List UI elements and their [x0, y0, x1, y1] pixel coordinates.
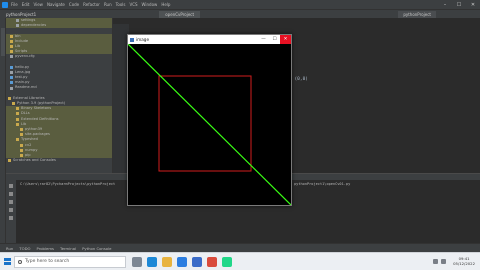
file-icon [10, 70, 13, 74]
menu-run[interactable]: Run [104, 2, 112, 7]
windows-taskbar: Type here to search 09:41 05/12/2022 [0, 252, 480, 270]
ide-minimize-button[interactable]: – [438, 2, 452, 8]
image-canvas [128, 44, 291, 205]
python-file-icon [10, 81, 13, 85]
image-window-title: image [136, 37, 150, 42]
ide-menubar: File Edit View Navigate Code Refactor Ru… [0, 0, 480, 9]
project-tree-label: dependencies [21, 23, 47, 28]
file-explorer-icon[interactable] [162, 256, 172, 267]
tab-run[interactable]: Run [6, 246, 13, 251]
editor-tab[interactable]: openCvProject [159, 10, 201, 18]
bottom-tool-tabs: Run TODO Problems Terminal Python Consol… [0, 243, 480, 252]
task-view-icon[interactable] [132, 256, 142, 267]
search-icon [18, 259, 22, 264]
menu-help[interactable]: Help [161, 2, 170, 7]
start-button[interactable] [0, 253, 14, 270]
folder-icon [10, 50, 13, 54]
folder-icon [16, 122, 19, 126]
tab-python-console[interactable]: Python Console [82, 246, 111, 251]
image-maximize-button[interactable]: ☐ [269, 35, 280, 44]
folder-icon [10, 34, 13, 38]
taskbar-apps [132, 256, 237, 267]
window-app-icon [130, 37, 134, 42]
folder-icon [16, 117, 19, 121]
ide-maximize-button[interactable]: ☐ [452, 2, 466, 8]
file-icon [16, 19, 19, 23]
run-output-script: pythonProject1\openCv01.py [294, 182, 351, 186]
image-window-titlebar[interactable]: image — ☐ ✕ [128, 35, 291, 44]
project-tree-panel: settings dependencies bin Include Lib Scripts… [6, 18, 112, 173]
python-file-icon [10, 76, 13, 80]
folder-icon [10, 45, 13, 49]
folder-icon [16, 112, 19, 116]
system-tray: 09:41 05/12/2022 [433, 256, 480, 266]
folder-icon [20, 153, 23, 157]
folder-icon [16, 138, 19, 142]
windows-logo-icon [3, 258, 11, 265]
run-output-command: C:\Users\rar82\PycharmProjects\pythonPro… [20, 182, 116, 186]
print-icon[interactable] [9, 208, 13, 212]
folder-icon [8, 159, 11, 163]
folder-icon [20, 133, 23, 137]
ide-close-button[interactable]: ✕ [466, 2, 480, 8]
menu-refactor[interactable]: Refactor [83, 2, 100, 7]
folder-icon [20, 148, 23, 152]
menu-tools[interactable]: Tools [116, 2, 126, 7]
project-tool-button[interactable] [1, 28, 5, 56]
pycharm-icon[interactable] [222, 256, 232, 267]
menu-file[interactable]: File [11, 2, 18, 7]
project-tree-item[interactable]: Scratches and Consoles [6, 158, 112, 163]
edge-icon[interactable] [147, 256, 157, 267]
rerun-icon[interactable] [9, 184, 13, 188]
code-fragment: (0,0) [294, 77, 308, 82]
folder-icon [8, 96, 11, 100]
trash-icon[interactable] [9, 216, 13, 220]
project-tree-label: Extended Definitions [21, 116, 59, 121]
folder-icon [10, 39, 13, 43]
run-panel-actions [6, 180, 16, 244]
python-file-icon [10, 65, 13, 69]
taskbar-search-box[interactable]: Type here to search [14, 255, 126, 268]
folder-icon [12, 102, 15, 106]
image-minimize-button[interactable]: — [258, 35, 269, 44]
pycharm-app-icon [2, 1, 8, 8]
stop-icon[interactable] [9, 192, 13, 196]
menu-view[interactable]: View [33, 2, 43, 7]
project-tree-label: Readme.md [15, 85, 37, 90]
image-close-button[interactable]: ✕ [280, 35, 291, 44]
clock-date: 05/12/2022 [453, 260, 475, 266]
project-tree-label: Scratches and Consoles [13, 158, 56, 163]
menu-edit[interactable]: Edit [22, 2, 30, 7]
store-icon[interactable] [177, 256, 187, 267]
taskbar-clock[interactable]: 09:41 05/12/2022 [453, 256, 475, 266]
folder-icon [20, 128, 23, 132]
file-icon [10, 55, 13, 59]
run-configuration-select[interactable]: pythonProject [398, 10, 436, 18]
scroll-icon[interactable] [9, 200, 13, 204]
menu-code[interactable]: Code [69, 2, 79, 7]
chrome-icon[interactable] [207, 256, 217, 267]
folder-icon [20, 143, 23, 147]
project-tree-label: pyvenv.cfg [15, 54, 35, 59]
tab-problems[interactable]: Problems [37, 246, 55, 251]
menu-vcs[interactable]: VCS [129, 2, 137, 7]
mail-icon[interactable] [192, 256, 202, 267]
ide-navbar: pythonProject1 openCvProject pythonProje… [0, 9, 480, 18]
taskbar-search-placeholder: Type here to search [25, 259, 70, 264]
image-window[interactable]: image — ☐ ✕ [127, 34, 292, 206]
file-icon [10, 86, 13, 90]
network-icon[interactable] [433, 259, 439, 264]
menu-window[interactable]: Window [142, 2, 158, 7]
tab-todo[interactable]: TODO [19, 246, 30, 251]
menu-navigate[interactable]: Navigate [47, 2, 65, 7]
ide-window-controls: – ☐ ✕ [438, 2, 480, 8]
desktop: File Edit View Navigate Code Refactor Ru… [0, 0, 480, 270]
file-icon [16, 24, 19, 28]
volume-icon[interactable] [441, 259, 447, 264]
tab-terminal[interactable]: Terminal [60, 246, 76, 251]
project-breadcrumb[interactable]: pythonProject1 [3, 12, 39, 17]
folder-icon [16, 107, 19, 111]
